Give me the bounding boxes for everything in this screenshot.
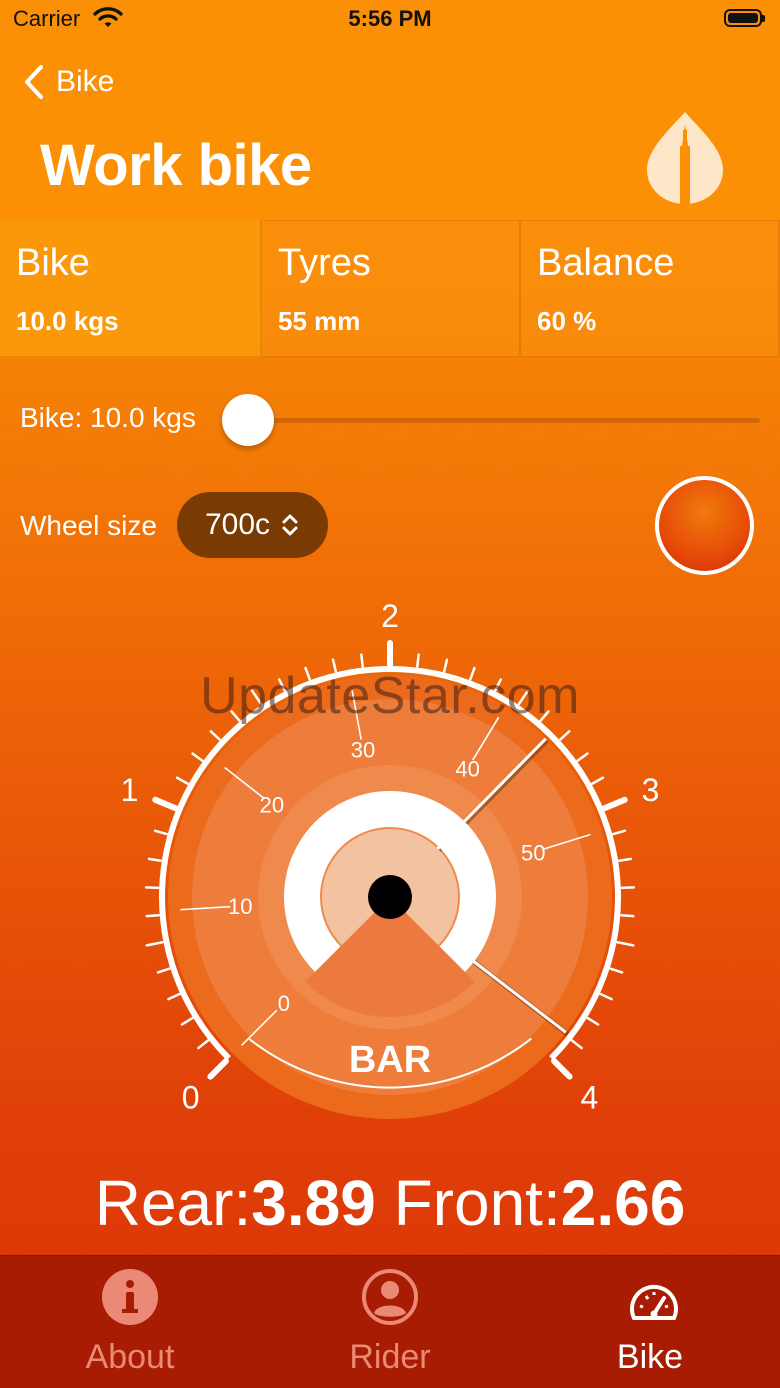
gauge-minor-tick (611, 969, 622, 973)
clock: 5:56 PM (0, 6, 780, 32)
watermark: UpdateStar.com (0, 666, 780, 726)
gauge-hub (368, 875, 412, 919)
stat-label: Bike (16, 242, 90, 285)
gauge-inner-label: 10 (228, 894, 252, 919)
tab-label: Bike (520, 1338, 780, 1377)
gauge-minor-tick (613, 831, 625, 834)
gauge-minor-tick (601, 994, 612, 999)
gauge-minor-tick (211, 731, 220, 739)
stats-bar: Bike 10.0 kgs Tyres 55 mm Balance 60 % (0, 220, 780, 358)
gauge-inner-label: 0 (278, 991, 290, 1016)
gauge-outer-label: 0 (182, 1079, 200, 1115)
wheel-size-select[interactable]: 700c (177, 492, 328, 558)
stat-card-balance[interactable]: Balance 60 % (521, 220, 780, 358)
slider-label: Bike: 10.0 kgs (20, 402, 196, 434)
nav-header: Bike Work bike (0, 40, 780, 221)
gauge-inner-label: 30 (351, 737, 375, 762)
status-bar: Carrier 5:56 PM (0, 0, 780, 40)
speedometer-icon (628, 1280, 680, 1328)
gauge-major-tick (604, 800, 624, 808)
gauge-minor-tick (619, 859, 631, 861)
gauge-minor-tick (149, 859, 161, 861)
gauge-minor-tick (193, 754, 203, 761)
gauge-minor-tick (147, 942, 163, 945)
stat-value: 10.0 kgs (16, 306, 119, 337)
gauge-outer-label: 4 (581, 1079, 599, 1115)
gauge-minor-tick (147, 915, 159, 916)
stat-label: Tyres (278, 242, 371, 285)
gauge-inner-label: 50 (521, 840, 545, 865)
info-icon (101, 1268, 159, 1326)
gauge-outer-label: 2 (381, 598, 399, 634)
person-icon (361, 1268, 419, 1326)
gauge-minor-tick (198, 1041, 207, 1048)
app-logo-icon (645, 110, 725, 206)
gauge-major-tick (554, 1061, 570, 1077)
back-label: Bike (56, 65, 114, 99)
gauge-minor-tick (361, 655, 362, 667)
gauge-minor-tick (588, 1018, 598, 1024)
color-picker-button[interactable] (655, 476, 754, 575)
gauge-minor-tick (621, 915, 633, 916)
gauge-inner-label: 20 (260, 792, 284, 817)
wheel-size-label: Wheel size (20, 510, 157, 542)
stat-value: 60 % (537, 306, 596, 337)
tab-rider[interactable]: Rider (260, 1256, 520, 1388)
gauge-minor-tick (572, 1041, 581, 1048)
slider-thumb[interactable] (222, 394, 274, 446)
stat-value: 55 mm (278, 306, 360, 337)
front-label: Front: (394, 1167, 561, 1239)
stat-card-tyres[interactable]: Tyres 55 mm (262, 220, 521, 358)
gauge-minor-tick (168, 994, 179, 999)
tab-label: Rider (260, 1338, 520, 1377)
stat-card-bike[interactable]: Bike 10.0 kgs (0, 220, 262, 358)
gauge-minor-tick (182, 1018, 192, 1024)
front-value: 2.66 (561, 1167, 686, 1239)
gauge-minor-tick (618, 942, 634, 945)
tab-bike[interactable]: Bike (520, 1256, 780, 1388)
gauge-minor-tick (417, 655, 418, 667)
rear-value: 3.89 (251, 1167, 376, 1239)
bike-weight-slider-row: Bike: 10.0 kgs (0, 390, 780, 450)
gauge-minor-tick (592, 778, 602, 784)
gauge-major-tick (155, 800, 175, 808)
chevron-left-icon (22, 64, 46, 100)
tab-label: About (0, 1338, 260, 1377)
stat-label: Balance (537, 242, 674, 285)
pressure-readout: Rear:3.89 Front:2.66 (0, 1166, 780, 1240)
gauge-outer-label: 3 (642, 772, 660, 808)
back-button[interactable]: Bike (22, 60, 114, 104)
gauge-minor-tick (158, 969, 169, 973)
rear-label: Rear: (95, 1167, 252, 1239)
gauge-inner-label: 40 (455, 757, 479, 782)
gauge-unit: BAR (349, 1039, 431, 1081)
tab-bar: About Rider Bike (0, 1255, 780, 1388)
gauge-minor-tick (578, 754, 588, 761)
battery-icon (724, 9, 762, 27)
gauge-minor-tick (155, 831, 167, 834)
gauge-major-tick (210, 1061, 226, 1077)
gauge-minor-tick (560, 731, 569, 739)
gauge-minor-tick (177, 778, 187, 784)
gauge-outer-label: 1 (121, 772, 139, 808)
tab-about[interactable]: About (0, 1256, 260, 1388)
wheel-size-value: 700c (205, 508, 270, 542)
chevron-up-down-icon (280, 512, 300, 538)
page-title: Work bike (40, 132, 312, 199)
slider-track[interactable] (248, 418, 760, 423)
